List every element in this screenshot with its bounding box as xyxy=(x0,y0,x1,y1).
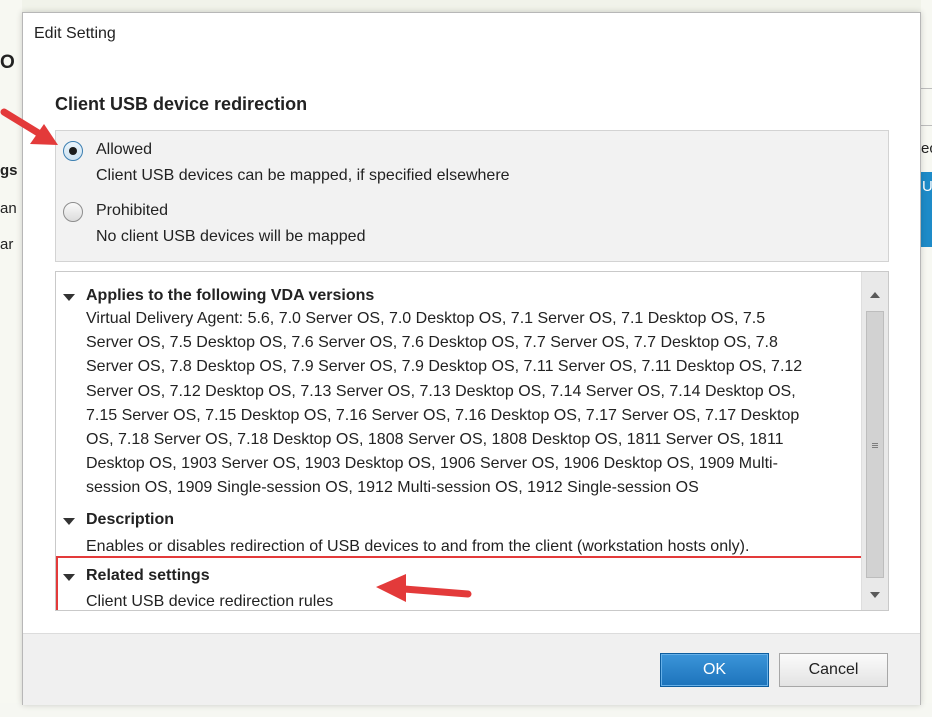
vda-line: Server OS, 7.5 Desktop OS, 7.6 Server OS… xyxy=(86,334,778,352)
details-panel: Applies to the following VDA versions Vi… xyxy=(55,271,889,611)
bg-fragment: ec xyxy=(921,140,932,157)
section-heading[interactable]: Applies to the following VDA versions xyxy=(86,287,374,305)
edit-setting-dialog: Edit Setting Client USB device redirecti… xyxy=(22,12,921,705)
related-setting-link[interactable]: Client USB device redirection rules xyxy=(86,590,854,610)
arrow-up-icon xyxy=(870,292,880,298)
vda-line: Server OS, 7.12 Desktop OS, 7.13 Server … xyxy=(86,382,796,400)
vda-line: OS, 7.18 Server OS, 7.18 Desktop OS, 180… xyxy=(86,431,784,449)
vda-line: 7.15 Server OS, 7.15 Desktop OS, 7.16 Se… xyxy=(86,406,800,424)
vda-versions-text: Virtual Delivery Agent: 5.6, 7.0 Server … xyxy=(86,307,854,501)
bg-fragment: U xyxy=(922,178,932,195)
option-label[interactable]: Allowed xyxy=(96,141,152,159)
background-app-right: ec U xyxy=(921,0,932,717)
dialog-footer: OK Cancel xyxy=(23,633,920,705)
option-label[interactable]: Prohibited xyxy=(96,202,168,220)
cancel-button[interactable]: Cancel xyxy=(779,653,888,687)
bg-selected-row: U xyxy=(921,172,932,247)
option-description: No client USB devices will be mapped xyxy=(96,228,366,245)
grip-icon xyxy=(872,443,878,444)
collapse-triangle-icon[interactable] xyxy=(63,294,75,301)
dialog-title: Edit Setting xyxy=(34,25,116,42)
bg-divider xyxy=(921,88,932,89)
scroll-up-button[interactable] xyxy=(862,286,888,308)
vda-line: Desktop OS, 1903 Server OS, 1903 Desktop… xyxy=(86,455,778,473)
scroll-down-button[interactable] xyxy=(862,586,888,608)
vda-line: Server OS, 7.8 Desktop OS, 7.9 Server OS… xyxy=(86,358,803,376)
collapse-triangle-icon[interactable] xyxy=(63,574,75,581)
background-app-left: O gs an ar xyxy=(0,0,22,717)
bg-fragment: ar xyxy=(0,236,14,253)
option-description: Client USB devices can be mapped, if spe… xyxy=(96,167,510,184)
allowed-radio[interactable] xyxy=(63,141,83,161)
scroll-thumb[interactable] xyxy=(866,311,884,578)
bg-fragment: gs xyxy=(0,162,18,179)
section-heading[interactable]: Related settings xyxy=(86,567,210,585)
bg-fragment: an xyxy=(0,200,17,217)
ok-button[interactable]: OK xyxy=(660,653,769,687)
vertical-scrollbar[interactable] xyxy=(861,272,888,610)
bg-fragment: O xyxy=(0,52,15,73)
vda-line: session OS, 1909 Single-session OS, 1912… xyxy=(86,479,699,497)
options-group: Allowed Client USB devices can be mapped… xyxy=(55,130,889,262)
background-app-bottom xyxy=(0,703,932,717)
prohibited-radio[interactable] xyxy=(63,202,83,222)
arrow-down-icon xyxy=(870,592,880,598)
setting-name: Client USB device redirection xyxy=(55,94,308,114)
section-heading[interactable]: Description xyxy=(86,511,174,529)
bg-divider xyxy=(921,125,932,126)
collapse-triangle-icon[interactable] xyxy=(63,518,75,525)
vda-line: Virtual Delivery Agent: 5.6, 7.0 Server … xyxy=(86,310,766,327)
